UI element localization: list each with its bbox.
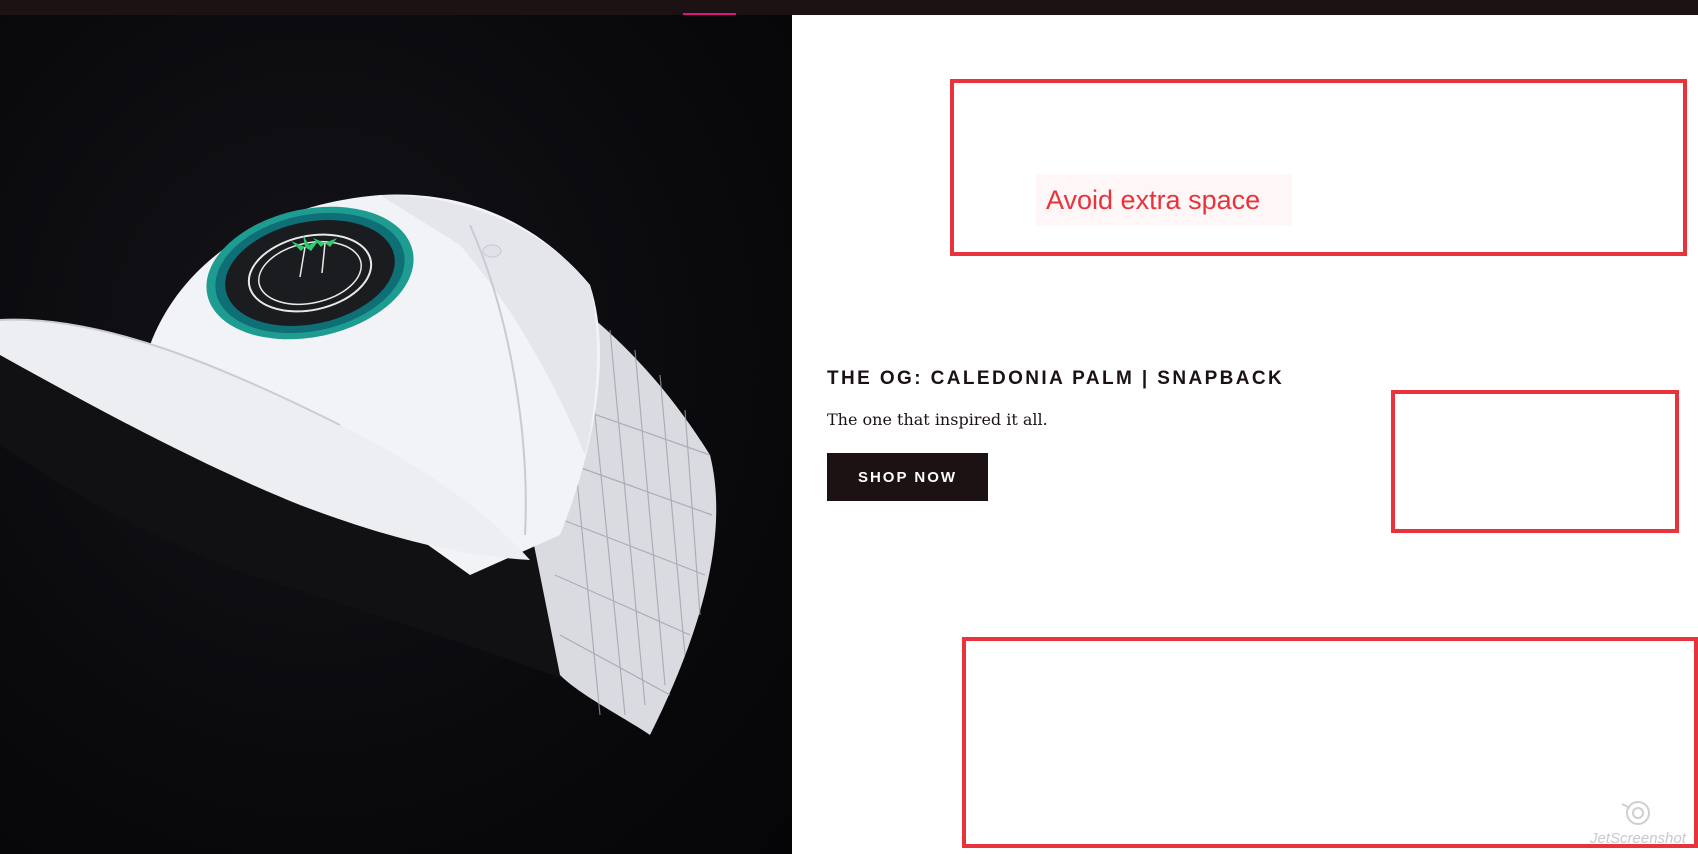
annotation-box-middle [1391, 390, 1679, 533]
annotation-box-top [950, 79, 1687, 256]
shop-now-button[interactable]: SHOP NOW [827, 453, 988, 501]
product-tagline: The one that inspired it all. [827, 410, 1048, 429]
cap-illustration [0, 194, 717, 735]
annotation-label: Avoid extra space [1036, 174, 1292, 226]
product-title: THE OG: CALEDONIA PALM | SNAPBACK [827, 368, 1285, 389]
camera-icon [1621, 801, 1650, 825]
product-hero-image [0, 15, 792, 854]
watermark-text: JetScreenshot [1590, 830, 1686, 847]
screenshot-watermark: JetScreenshot [1584, 798, 1694, 852]
top-navigation-bar [0, 0, 1698, 15]
